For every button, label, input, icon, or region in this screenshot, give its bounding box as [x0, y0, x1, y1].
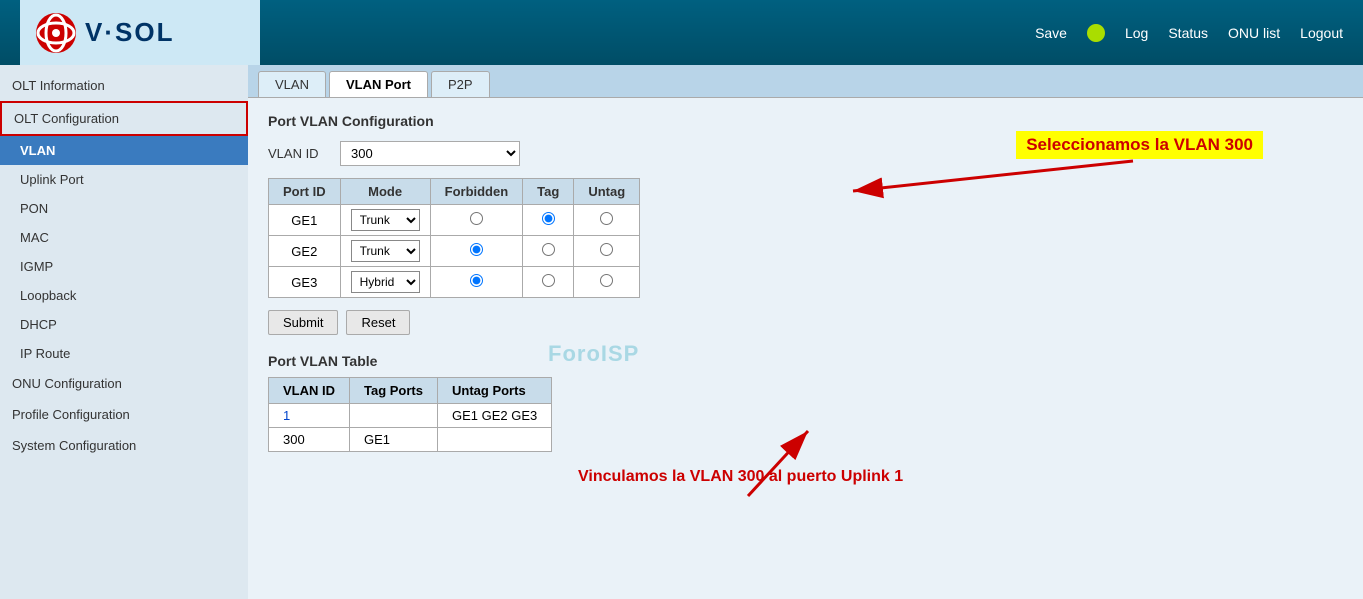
tag-radio-ge1[interactable]	[542, 212, 555, 225]
col-untag: Untag	[574, 179, 640, 205]
table-row: 1 GE1 GE2 GE3	[269, 404, 552, 428]
logo-area: V·SOL	[20, 0, 260, 65]
sidebar-system-config[interactable]: System Configuration	[0, 430, 248, 461]
table-row: GE3 HybridTrunkAccess	[269, 267, 640, 298]
untag-radio-ge3[interactable]	[600, 274, 613, 287]
tag-ge1[interactable]	[523, 205, 574, 236]
col-forbidden: Forbidden	[430, 179, 523, 205]
vlan-id-select[interactable]: 300 1	[340, 141, 520, 166]
content-area: Port VLAN Configuration VLAN ID 300 1 Po…	[248, 98, 1363, 556]
table-row: 300 GE1	[269, 428, 552, 452]
logo-text: V·SOL	[85, 17, 174, 48]
col-tag: Tag	[523, 179, 574, 205]
port-ge1: GE1	[269, 205, 341, 236]
port-ge3: GE3	[269, 267, 341, 298]
annotation-arrow-2	[688, 426, 888, 506]
sidebar-profile-config[interactable]: Profile Configuration	[0, 399, 248, 430]
mode-select-ge1[interactable]: TrunkAccessHybrid	[351, 209, 420, 231]
col-untag-ports: Untag Ports	[438, 378, 552, 404]
untag-ge3[interactable]	[574, 267, 640, 298]
sidebar-onu-config[interactable]: ONU Configuration	[0, 368, 248, 399]
mode-select-ge3[interactable]: HybridTrunkAccess	[351, 271, 420, 293]
status-indicator	[1087, 24, 1105, 42]
mode-ge1[interactable]: TrunkAccessHybrid	[340, 205, 430, 236]
untag-ge2[interactable]	[574, 236, 640, 267]
untag-radio-ge1[interactable]	[600, 212, 613, 225]
table-row: GE1 TrunkAccessHybrid	[269, 205, 640, 236]
foro-watermark: ForoISP	[548, 341, 639, 367]
onu-list-link[interactable]: ONU list	[1228, 25, 1280, 41]
untag-radio-ge2[interactable]	[600, 243, 613, 256]
log-link[interactable]: Log	[1125, 25, 1148, 41]
mode-ge3[interactable]: HybridTrunkAccess	[340, 267, 430, 298]
forbidden-radio-ge2[interactable]	[470, 243, 483, 256]
button-row: Submit Reset	[268, 310, 1343, 335]
sidebar-olt-config[interactable]: OLT Configuration	[0, 101, 248, 136]
sidebar-olt-info[interactable]: OLT Information	[0, 70, 248, 101]
table-row: GE2 TrunkAccessHybrid	[269, 236, 640, 267]
port-vlan-config-title: Port VLAN Configuration	[268, 113, 1343, 129]
sidebar-item-pon[interactable]: PON	[0, 194, 248, 223]
vsol-logo-icon	[35, 12, 77, 54]
tab-vlan-port[interactable]: VLAN Port	[329, 71, 428, 97]
forbidden-ge3[interactable]	[430, 267, 523, 298]
tag-ports-cell-1	[350, 404, 438, 428]
tab-p2p[interactable]: P2P	[431, 71, 490, 97]
tag-ge2[interactable]	[523, 236, 574, 267]
vlan-id-cell-300: 300	[269, 428, 350, 452]
untag-ge1[interactable]	[574, 205, 640, 236]
sidebar-item-igmp[interactable]: IGMP	[0, 252, 248, 281]
untag-ports-cell-1: GE1 GE2 GE3	[438, 404, 552, 428]
sidebar-item-mac[interactable]: MAC	[0, 223, 248, 252]
status-link[interactable]: Status	[1168, 25, 1208, 41]
forbidden-ge2[interactable]	[430, 236, 523, 267]
untag-ports-cell-300	[438, 428, 552, 452]
forbidden-ge1[interactable]	[430, 205, 523, 236]
tab-vlan[interactable]: VLAN	[258, 71, 326, 97]
port-vlan-data-table: VLAN ID Tag Ports Untag Ports 1 GE1 GE2 …	[268, 377, 552, 452]
header-right: Save Log Status ONU list Logout	[260, 24, 1343, 42]
mode-ge2[interactable]: TrunkAccessHybrid	[340, 236, 430, 267]
logout-link[interactable]: Logout	[1300, 25, 1343, 41]
col-port-id: Port ID	[269, 179, 341, 205]
sidebar-item-uplink-port[interactable]: Uplink Port	[0, 165, 248, 194]
sidebar-item-vlan[interactable]: VLAN	[0, 136, 248, 165]
port-config-table: Port ID Mode Forbidden Tag Untag GE1	[268, 178, 640, 298]
col-vlan-id: VLAN ID	[269, 378, 350, 404]
main-content: VLAN VLAN Port P2P Port VLAN Configurati…	[248, 65, 1363, 599]
layout: OLT Information OLT Configuration VLAN U…	[0, 65, 1363, 599]
vlan-id-link-1[interactable]: 1	[283, 408, 290, 423]
submit-button[interactable]: Submit	[268, 310, 338, 335]
tab-bar: VLAN VLAN Port P2P	[248, 65, 1363, 98]
tag-ge3[interactable]	[523, 267, 574, 298]
tag-ports-cell-300: GE1	[350, 428, 438, 452]
port-vlan-table-title: Port VLAN Table	[268, 353, 1343, 369]
sidebar-item-loopback[interactable]: Loopback	[0, 281, 248, 310]
col-tag-ports: Tag Ports	[350, 378, 438, 404]
tag-radio-ge2[interactable]	[542, 243, 555, 256]
save-button[interactable]: Save	[1035, 25, 1067, 41]
vlan-id-cell-1[interactable]: 1	[269, 404, 350, 428]
tag-radio-ge3[interactable]	[542, 274, 555, 287]
port-ge2: GE2	[269, 236, 341, 267]
sidebar-item-dhcp[interactable]: DHCP	[0, 310, 248, 339]
sidebar: OLT Information OLT Configuration VLAN U…	[0, 65, 248, 599]
sidebar-item-ip-route[interactable]: IP Route	[0, 339, 248, 368]
col-mode: Mode	[340, 179, 430, 205]
forbidden-radio-ge1[interactable]	[470, 212, 483, 225]
reset-button[interactable]: Reset	[346, 310, 410, 335]
annotation-arrow-1	[843, 146, 1143, 206]
header: V·SOL Save Log Status ONU list Logout	[0, 0, 1363, 65]
forbidden-radio-ge3[interactable]	[470, 274, 483, 287]
mode-select-ge2[interactable]: TrunkAccessHybrid	[351, 240, 420, 262]
vlan-id-label: VLAN ID	[268, 146, 328, 161]
